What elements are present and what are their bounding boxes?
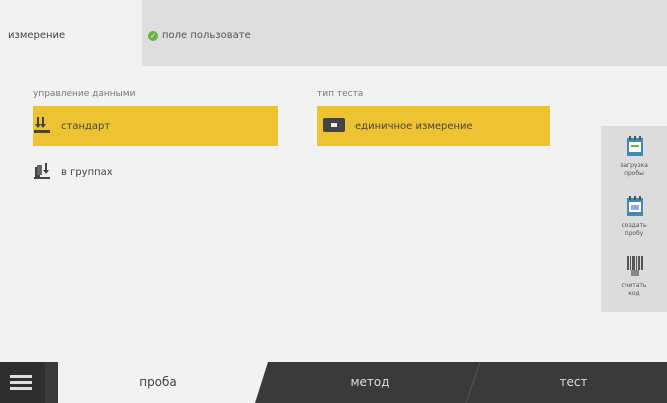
test-type-heading: тип теста [317,89,364,99]
option-standard-label: стандарт [61,120,111,132]
option-in-groups[interactable]: в группах [33,152,278,192]
standard-icon [33,116,51,137]
side-action-panel: загрузка пробы создать пробу считать код [601,126,667,312]
tab-measurement-label: измерение [8,30,66,41]
check-icon: ✓ [148,30,158,41]
single-measurement-icon [323,117,345,135]
tab-sample[interactable]: проба [58,362,258,403]
tab-user-field[interactable]: ✓ поле пользовате [148,30,251,41]
tab-measurement[interactable]: измерение [0,0,142,66]
groups-icon [33,162,51,183]
tab-test[interactable]: тест [480,362,667,403]
barcode-icon [627,256,643,276]
data-management-heading: управление данными [33,89,136,99]
option-single-measurement[interactable]: единичное измерение [317,106,550,146]
scan-code-button[interactable]: считать код [601,250,667,308]
top-tab-bar: измерение ✓ поле пользовате [0,0,667,66]
bottom-nav-bar: проба метод тест [0,362,667,403]
create-sample-button[interactable]: создать пробу [601,188,667,246]
tab-user-field-label: поле пользовате [162,30,251,41]
load-sample-button[interactable]: загрузка пробы [601,126,667,184]
scan-code-label: считать код [621,282,647,297]
tab-method[interactable]: метод [270,362,470,403]
create-sample-icon [627,196,643,216]
option-standard[interactable]: стандарт [33,106,278,146]
option-in-groups-label: в группах [61,166,113,178]
load-sample-icon [627,136,643,156]
load-sample-label: загрузка пробы [620,162,648,177]
create-sample-label: создать пробу [621,222,647,237]
option-single-measurement-label: единичное измерение [355,120,473,132]
